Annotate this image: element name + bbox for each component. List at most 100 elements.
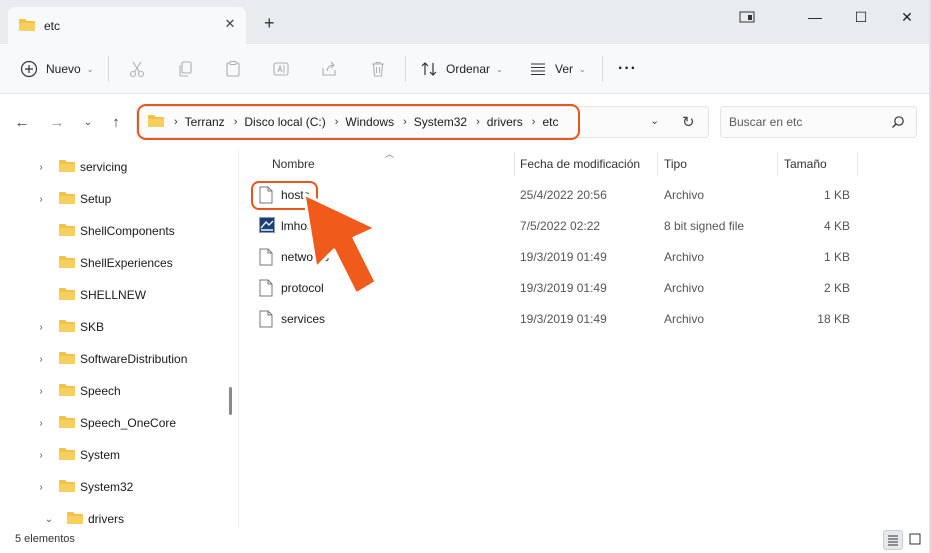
new-tab-button[interactable]: + xyxy=(264,14,275,32)
command-bar: Nuevo ⌄ Ordenar ⌄ Ver ⌄ ··· xyxy=(0,44,931,94)
sidebar-scrollbar[interactable] xyxy=(229,387,232,415)
search-box[interactable] xyxy=(720,106,917,138)
folder-icon xyxy=(66,511,84,528)
forward-arrow-icon[interactable]: → xyxy=(47,113,67,133)
file-type: Archivo xyxy=(664,188,705,202)
tab-etc[interactable]: etc ✕ xyxy=(8,7,246,44)
sidebar-item-label: Setup xyxy=(80,192,112,206)
file-date: 19/3/2019 01:49 xyxy=(520,250,607,264)
copy-icon xyxy=(176,60,194,78)
search-input[interactable] xyxy=(729,114,889,130)
column-divider[interactable] xyxy=(777,152,778,176)
file-type: Archivo xyxy=(664,250,705,264)
chevron-right-icon[interactable]: › xyxy=(35,482,47,493)
tab-title: etc xyxy=(44,19,61,33)
column-divider[interactable] xyxy=(657,152,658,176)
sidebar-item-label: Speech_OneCore xyxy=(80,416,177,430)
sidebar-item-skb[interactable]: › SKB xyxy=(0,313,225,341)
file-icon xyxy=(259,310,273,331)
sidebar-item-softwaredistribution[interactable]: › SoftwareDistribution xyxy=(0,345,225,373)
paste-icon xyxy=(224,60,242,78)
paste-button[interactable] xyxy=(224,44,242,94)
file-name: services xyxy=(281,312,326,326)
title-bar: etc ✕ + — ☐ ✕ xyxy=(0,0,931,44)
toolbar-divider xyxy=(405,56,406,82)
sidebar-item-shellcomponents[interactable]: ShellComponents xyxy=(0,217,225,245)
close-window-button[interactable]: ✕ xyxy=(892,6,922,28)
file-size: 1 KB xyxy=(823,250,850,264)
file-icon xyxy=(259,248,273,269)
folder-icon xyxy=(58,255,76,272)
sidebar-item-speech[interactable]: › Speech xyxy=(0,377,225,405)
more-options-button[interactable]: ··· xyxy=(618,44,637,94)
sidebar-item-label: System32 xyxy=(80,480,134,494)
sidebar-item-label: ShellComponents xyxy=(80,224,175,238)
folder-icon xyxy=(58,159,76,176)
file-type: Archivo xyxy=(664,281,705,295)
chevron-right-icon[interactable]: › xyxy=(35,386,47,397)
view-icon xyxy=(529,60,547,78)
minimize-button[interactable]: — xyxy=(800,6,830,28)
delete-button[interactable] xyxy=(369,44,387,94)
chevron-down-icon[interactable]: ⌄ xyxy=(43,514,55,525)
sidebar-item-speech-onecore[interactable]: › Speech_OneCore xyxy=(0,409,225,437)
back-arrow-icon[interactable]: ← xyxy=(12,113,32,133)
delete-icon xyxy=(369,60,387,78)
column-header-name[interactable]: Nombre xyxy=(272,150,315,178)
status-bar: 5 elementos xyxy=(0,528,931,553)
toolbar-divider xyxy=(602,56,603,82)
cut-button[interactable] xyxy=(128,44,146,94)
details-view-icon[interactable] xyxy=(883,530,903,550)
copy-button[interactable] xyxy=(176,44,194,94)
file-icon xyxy=(259,279,273,300)
sort-icon xyxy=(420,60,438,78)
sidebar-item-label: SoftwareDistribution xyxy=(80,352,188,366)
sidebar-item-servicing[interactable]: › servicing xyxy=(0,153,225,181)
share-icon xyxy=(320,60,338,78)
share-button[interactable] xyxy=(320,44,338,94)
search-icon[interactable] xyxy=(891,115,905,132)
maximize-button[interactable]: ☐ xyxy=(846,6,876,28)
close-tab-icon[interactable]: ✕ xyxy=(221,15,239,33)
chevron-right-icon[interactable]: › xyxy=(35,418,47,429)
sidebar-item-shellexperiences[interactable]: ShellExperiences xyxy=(0,249,225,277)
address-dropdown-icon[interactable]: ⌄ xyxy=(650,114,659,127)
chevron-right-icon[interactable]: › xyxy=(35,354,47,365)
folder-icon xyxy=(58,287,76,304)
rename-button[interactable] xyxy=(272,44,290,94)
sort-ascending-icon: ︿ xyxy=(385,149,395,159)
sidebar-item-system[interactable]: › System xyxy=(0,441,225,469)
chevron-right-icon[interactable]: › xyxy=(35,450,47,461)
recent-locations-chevron-icon[interactable]: ⌄ xyxy=(78,113,98,133)
sidebar-item-setup[interactable]: › Setup xyxy=(0,185,225,213)
up-arrow-icon[interactable]: ↑ xyxy=(106,113,126,133)
folder-icon xyxy=(58,447,76,464)
sort-button[interactable]: Ordenar ⌄ xyxy=(420,44,503,94)
sidebar-item-label: SHELLNEW xyxy=(80,288,147,302)
refresh-icon[interactable]: ↻ xyxy=(682,113,695,131)
toolbar-divider xyxy=(108,56,109,82)
sidebar-item-system32[interactable]: › System32 xyxy=(0,473,225,501)
file-type: Archivo xyxy=(664,312,705,326)
sort-button-label: Ordenar xyxy=(446,62,491,76)
view-button-label: Ver xyxy=(555,62,574,76)
new-button[interactable]: Nuevo ⌄ xyxy=(20,44,93,94)
chevron-right-icon[interactable]: › xyxy=(35,162,47,173)
view-button[interactable]: Ver ⌄ xyxy=(529,44,586,94)
snap-layout-icon[interactable] xyxy=(732,6,762,28)
sidebar-item-label: servicing xyxy=(80,160,128,174)
chevron-right-icon[interactable]: › xyxy=(35,322,47,333)
file-date: 19/3/2019 01:49 xyxy=(520,281,607,295)
column-divider[interactable] xyxy=(514,152,515,176)
column-divider[interactable] xyxy=(857,152,858,176)
file-date: 25/4/2022 20:56 xyxy=(520,188,607,202)
chevron-right-icon[interactable]: › xyxy=(35,194,47,205)
file-row[interactable]: services 19/3/2019 01:49 Archivo 18 KB xyxy=(249,304,859,335)
sidebar-item-shellnew[interactable]: SHELLNEW xyxy=(0,281,225,309)
column-header-size[interactable]: Tamaño xyxy=(784,150,827,178)
sidebar-item-label: SKB xyxy=(80,320,105,334)
tiles-view-icon[interactable] xyxy=(906,530,926,550)
column-header-date[interactable]: Fecha de modificación xyxy=(520,150,640,178)
column-header-type[interactable]: Tipo xyxy=(664,150,687,178)
address-highlight-outline xyxy=(137,104,580,140)
